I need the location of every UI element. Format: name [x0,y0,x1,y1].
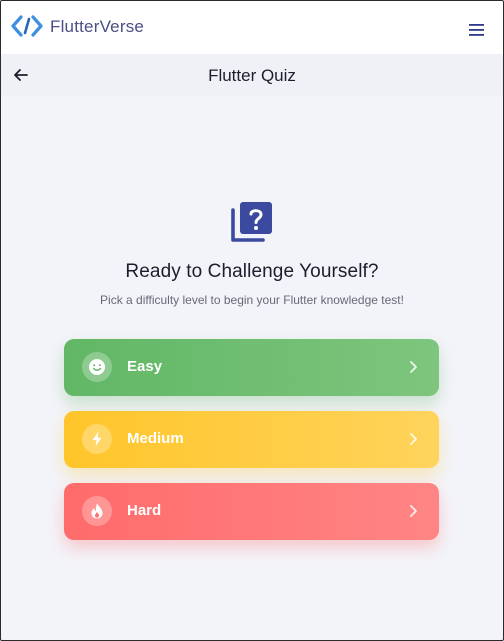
fire-icon [82,496,112,526]
main-heading: Ready to Challenge Yourself? [125,261,379,282]
difficulty-medium-button[interactable]: Medium [64,411,439,468]
brand-name[interactable]: FlutterVerse [50,17,144,37]
code-brackets-icon[interactable] [11,14,43,38]
difficulty-hard-label: Hard [127,502,162,519]
chevron-right-icon [410,433,417,445]
difficulty-medium-label: Medium [127,430,184,447]
difficulty-hard-button[interactable]: Hard [64,483,439,540]
difficulty-easy-button[interactable]: Easy [64,339,439,396]
chevron-right-icon [410,361,417,373]
main-subtitle: Pick a difficulty level to begin your Fl… [100,293,404,307]
difficulty-easy-label: Easy [127,358,163,375]
bolt-icon [82,424,112,454]
page-header: Flutter Quiz [0,54,504,96]
hamburger-menu-icon[interactable] [466,22,488,38]
chevron-right-icon [410,505,417,517]
quiz-question-icon [231,202,272,242]
smile-icon [82,352,112,382]
window-frame [0,0,504,641]
top-navbar: FlutterVerse [0,0,504,54]
page-title: Flutter Quiz [208,66,296,85]
